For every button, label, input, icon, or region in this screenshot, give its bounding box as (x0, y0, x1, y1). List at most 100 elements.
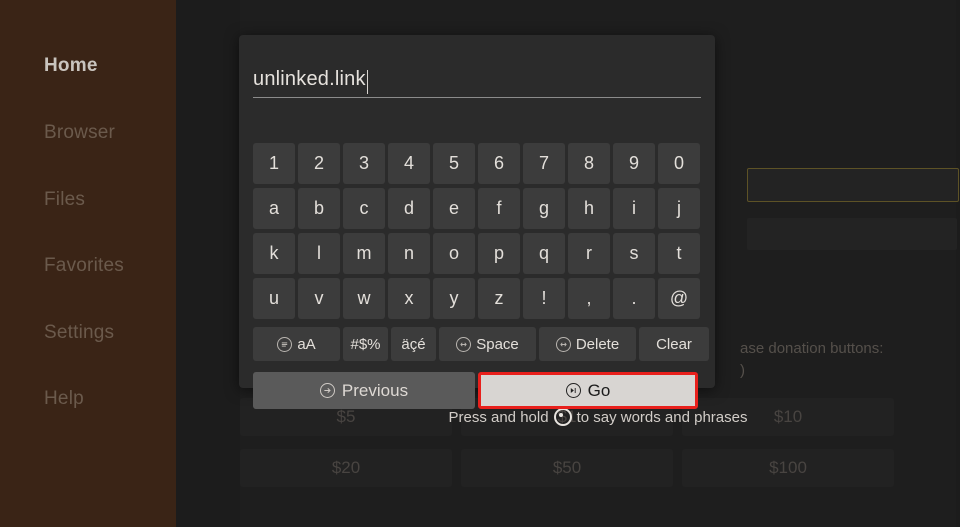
keyboard-row-letters-1: a b c d e f g h i j (253, 188, 700, 229)
key-c[interactable]: c (343, 188, 385, 229)
key-clear[interactable]: Clear (639, 327, 709, 361)
sidebar-item-label: Files (44, 189, 86, 210)
key-label: i (632, 198, 636, 218)
key-label: v (314, 288, 324, 308)
key-symbols[interactable]: #$% (343, 327, 388, 361)
key-4[interactable]: 4 (388, 143, 430, 184)
key-label: g (538, 198, 549, 218)
key-h[interactable]: h (568, 188, 610, 229)
key-z[interactable]: z (478, 278, 520, 319)
key-label: f (496, 198, 502, 218)
key-f[interactable]: f (478, 188, 520, 229)
sidebar-item-favorites[interactable]: Favorites (44, 255, 124, 277)
key-delete[interactable]: Delete (539, 327, 636, 361)
key-9[interactable]: 9 (613, 143, 655, 184)
key-@[interactable]: @ (658, 278, 700, 319)
key-1[interactable]: 1 (253, 143, 295, 184)
sidebar-item-files[interactable]: Files (44, 189, 85, 211)
key-m[interactable]: m (343, 233, 385, 274)
key-label: #$% (350, 335, 381, 353)
voice-hint-suffix: to say words and phrases (576, 408, 748, 426)
key-label: z (494, 288, 504, 308)
key-l[interactable]: l (298, 233, 340, 274)
key-k[interactable]: k (253, 233, 295, 274)
key-accents[interactable]: äçé (391, 327, 436, 361)
key-space[interactable]: Space (439, 327, 536, 361)
sidebar-item-label: Settings (44, 322, 115, 343)
key-![interactable]: ! (523, 278, 565, 319)
key-label: 8 (583, 153, 594, 173)
key-s[interactable]: s (613, 233, 655, 274)
key-6[interactable]: 6 (478, 143, 520, 184)
key-label: s (629, 243, 639, 263)
keyboard-row-letters-2: k l m n o p q r s t (253, 233, 700, 274)
key-label: w (357, 288, 371, 308)
key-label: 9 (628, 153, 639, 173)
sidebar-item-browser[interactable]: Browser (44, 122, 115, 144)
key-label: Clear (656, 335, 692, 353)
key-i[interactable]: i (613, 188, 655, 229)
background-secondary-field[interactable] (747, 218, 957, 250)
key-q[interactable]: q (523, 233, 565, 274)
key-label: x (404, 288, 414, 308)
key-label: 2 (313, 153, 324, 173)
key-label: d (403, 198, 414, 218)
sidebar-item-help[interactable]: Help (44, 388, 84, 410)
key-j[interactable]: j (658, 188, 700, 229)
key-u[interactable]: u (253, 278, 295, 319)
key-w[interactable]: w (343, 278, 385, 319)
sidebar-item-home[interactable]: Home (44, 55, 98, 77)
donation-note-line1: ase donation buttons: (740, 340, 884, 357)
key-d[interactable]: d (388, 188, 430, 229)
key-,[interactable]: , (568, 278, 610, 319)
sidebar-item-label: Home (44, 55, 98, 76)
donation-button-50[interactable]: $50 (461, 449, 673, 487)
key-x[interactable]: x (388, 278, 430, 319)
text-caret (367, 70, 368, 94)
key-label: h (583, 198, 594, 218)
key-b[interactable]: b (298, 188, 340, 229)
url-entry-value: unlinked.link (253, 68, 366, 90)
donation-button-100[interactable]: $100 (682, 449, 894, 487)
sidebar: Home Browser Files Favorites Settings He… (0, 0, 176, 527)
key-y[interactable]: y (433, 278, 475, 319)
key-.[interactable]: . (613, 278, 655, 319)
key-t[interactable]: t (658, 233, 700, 274)
previous-button[interactable]: Previous (253, 372, 475, 409)
key-label: 1 (268, 153, 279, 173)
key-label: ! (541, 288, 547, 308)
key-label: 3 (358, 153, 369, 173)
key-v[interactable]: v (298, 278, 340, 319)
url-entry-field[interactable]: unlinked.link (253, 68, 701, 98)
key-o[interactable]: o (433, 233, 475, 274)
key-p[interactable]: p (478, 233, 520, 274)
key-case[interactable]: aA (253, 327, 340, 361)
key-3[interactable]: 3 (343, 143, 385, 184)
key-2[interactable]: 2 (298, 143, 340, 184)
keyboard-row-functions: aA #$% äçé Space Delete Clear (253, 327, 709, 361)
sidebar-item-label: Help (44, 388, 84, 409)
keyboard-action-row: Previous Go (253, 372, 698, 409)
key-g[interactable]: g (523, 188, 565, 229)
key-n[interactable]: n (388, 233, 430, 274)
go-button[interactable]: Go (478, 372, 698, 409)
key-r[interactable]: r (568, 233, 610, 274)
key-label: @ (669, 288, 689, 308)
key-label: c (359, 198, 369, 218)
key-label: , (586, 288, 592, 308)
donation-label: $20 (331, 458, 361, 477)
key-7[interactable]: 7 (523, 143, 565, 184)
key-5[interactable]: 5 (433, 143, 475, 184)
background-url-input[interactable] (747, 168, 959, 202)
key-0[interactable]: 0 (658, 143, 700, 184)
key-label: a (268, 198, 279, 218)
key-label: k (269, 243, 279, 263)
keyboard-row-digits: 1 2 3 4 5 6 7 8 9 0 (253, 143, 700, 184)
donation-button-20[interactable]: $20 (240, 449, 452, 487)
key-a[interactable]: a (253, 188, 295, 229)
donation-label: $100 (769, 458, 807, 477)
key-8[interactable]: 8 (568, 143, 610, 184)
key-label: j (677, 198, 681, 218)
key-e[interactable]: e (433, 188, 475, 229)
sidebar-item-settings[interactable]: Settings (44, 322, 114, 344)
